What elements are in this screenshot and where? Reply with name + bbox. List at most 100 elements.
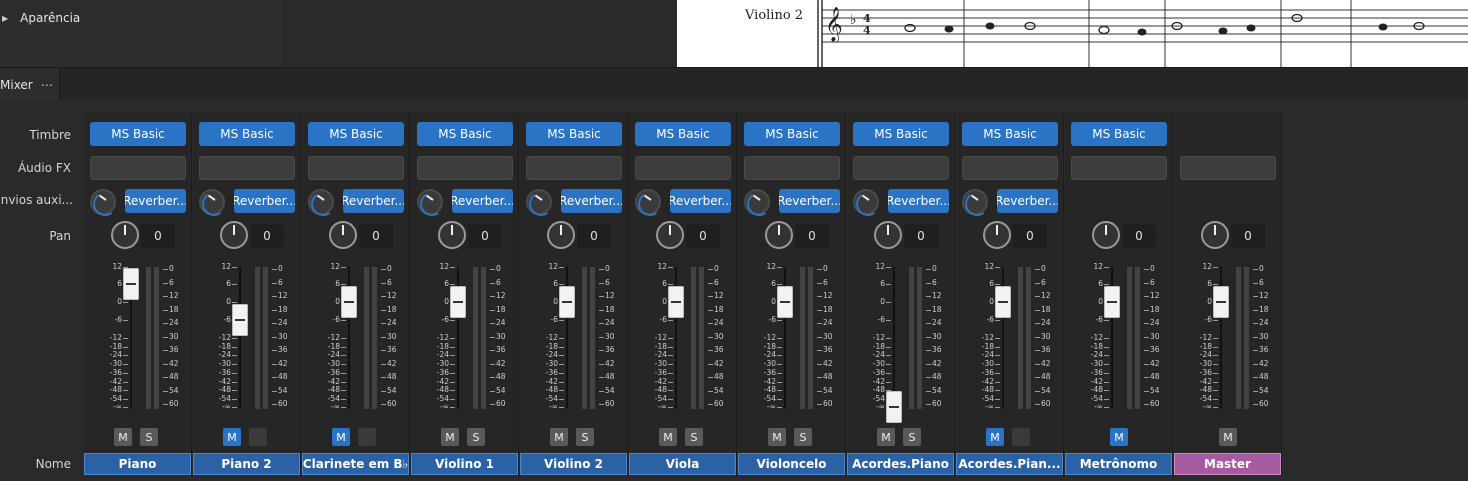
- mute-button[interactable]: M: [332, 428, 350, 446]
- aux-send-button[interactable]: Reverber...: [779, 189, 840, 213]
- pan-knob[interactable]: [1092, 221, 1120, 249]
- timbre-button[interactable]: MS Basic: [417, 122, 513, 146]
- score-view[interactable]: Violino 2 𝄞 ♭ 4 4: [677, 0, 1468, 67]
- timbre-button[interactable]: MS Basic: [635, 122, 731, 146]
- pan-knob[interactable]: [1201, 221, 1229, 249]
- pan-knob[interactable]: [765, 221, 793, 249]
- volume-fader[interactable]: [450, 286, 466, 318]
- aux-send-knob[interactable]: [962, 189, 988, 215]
- pan-knob[interactable]: [547, 221, 575, 249]
- expand-arrow-icon[interactable]: ▶: [2, 14, 8, 23]
- volume-fader[interactable]: [777, 286, 793, 318]
- pan-value[interactable]: 0: [141, 224, 175, 248]
- channel-name[interactable]: Viola: [629, 453, 736, 475]
- timbre-button[interactable]: MS Basic: [90, 122, 186, 146]
- mixer-tab[interactable]: Mixer ⋯: [0, 68, 60, 101]
- aux-send-knob[interactable]: [90, 189, 116, 215]
- mute-button[interactable]: M: [768, 428, 786, 446]
- aux-send-knob[interactable]: [744, 189, 770, 215]
- timbre-button[interactable]: MS Basic: [962, 122, 1058, 146]
- volume-fader[interactable]: [668, 286, 684, 318]
- pan-value[interactable]: 0: [359, 224, 393, 248]
- pan-value[interactable]: 0: [1122, 224, 1156, 248]
- solo-button[interactable]: S: [576, 428, 594, 446]
- mute-button[interactable]: M: [114, 428, 132, 446]
- aux-send-button[interactable]: Reverber...: [997, 189, 1058, 213]
- timbre-button[interactable]: MS Basic: [526, 122, 622, 146]
- volume-fader[interactable]: [886, 391, 902, 423]
- aux-send-knob[interactable]: [199, 189, 225, 215]
- volume-fader[interactable]: [1213, 286, 1229, 318]
- mute-button[interactable]: M: [441, 428, 459, 446]
- aux-send-button[interactable]: Reverber...: [452, 189, 513, 213]
- appearance-section[interactable]: ▶ Aparência: [2, 11, 80, 25]
- mute-button[interactable]: M: [1110, 428, 1128, 446]
- volume-fader[interactable]: [559, 286, 575, 318]
- pan-value[interactable]: 0: [577, 224, 611, 248]
- aux-send-knob[interactable]: [853, 189, 879, 215]
- mute-button[interactable]: M: [1219, 428, 1237, 446]
- pan-value[interactable]: 0: [904, 224, 938, 248]
- channel-name[interactable]: Violino 1: [411, 453, 518, 475]
- audio-fx-slot[interactable]: [635, 156, 731, 180]
- timbre-button[interactable]: MS Basic: [308, 122, 404, 146]
- timbre-button[interactable]: MS Basic: [744, 122, 840, 146]
- pan-value[interactable]: 0: [795, 224, 829, 248]
- pan-knob[interactable]: [220, 221, 248, 249]
- solo-button[interactable]: S: [794, 428, 812, 446]
- aux-send-knob[interactable]: [417, 189, 443, 215]
- pan-knob[interactable]: [983, 221, 1011, 249]
- pan-knob[interactable]: [874, 221, 902, 249]
- audio-fx-slot[interactable]: [199, 156, 295, 180]
- aux-send-knob[interactable]: [308, 189, 334, 215]
- audio-fx-slot[interactable]: [417, 156, 513, 180]
- timbre-button[interactable]: MS Basic: [1071, 122, 1167, 146]
- solo-button[interactable]: S: [467, 428, 485, 446]
- channel-name[interactable]: Piano: [84, 453, 191, 475]
- audio-fx-slot[interactable]: [1071, 156, 1167, 180]
- channel-name[interactable]: Violoncelo: [738, 453, 845, 475]
- mute-button[interactable]: M: [659, 428, 677, 446]
- audio-fx-slot[interactable]: [90, 156, 186, 180]
- pan-value[interactable]: 0: [1231, 224, 1265, 248]
- timbre-button[interactable]: MS Basic: [853, 122, 949, 146]
- solo-button[interactable]: S: [140, 428, 158, 446]
- solo-button[interactable]: S: [903, 428, 921, 446]
- aux-send-knob[interactable]: [635, 189, 661, 215]
- mute-button[interactable]: M: [986, 428, 1004, 446]
- aux-send-button[interactable]: Reverber...: [234, 189, 295, 213]
- volume-fader[interactable]: [995, 286, 1011, 318]
- pan-value[interactable]: 0: [686, 224, 720, 248]
- aux-send-button[interactable]: Reverber...: [343, 189, 404, 213]
- audio-fx-slot[interactable]: [744, 156, 840, 180]
- pan-knob[interactable]: [111, 221, 139, 249]
- pan-value[interactable]: 0: [468, 224, 502, 248]
- timbre-button[interactable]: MS Basic: [199, 122, 295, 146]
- channel-name[interactable]: Clarinete em B♭: [302, 453, 409, 475]
- mute-button[interactable]: M: [877, 428, 895, 446]
- solo-button[interactable]: S: [1012, 428, 1030, 446]
- audio-fx-slot[interactable]: [308, 156, 404, 180]
- channel-name[interactable]: Master: [1174, 453, 1281, 475]
- aux-send-knob[interactable]: [526, 189, 552, 215]
- solo-button[interactable]: S: [358, 428, 376, 446]
- solo-button[interactable]: S: [685, 428, 703, 446]
- audio-fx-slot[interactable]: [962, 156, 1058, 180]
- channel-name[interactable]: Metrônomo: [1065, 453, 1172, 475]
- more-options-icon[interactable]: ⋯: [41, 78, 54, 92]
- aux-send-button[interactable]: Reverber...: [125, 189, 186, 213]
- mute-button[interactable]: M: [223, 428, 241, 446]
- audio-fx-slot[interactable]: [526, 156, 622, 180]
- solo-button[interactable]: S: [249, 428, 267, 446]
- audio-fx-slot[interactable]: [1180, 156, 1276, 180]
- volume-fader[interactable]: [123, 268, 139, 300]
- pan-knob[interactable]: [329, 221, 357, 249]
- pan-value[interactable]: 0: [1013, 224, 1047, 248]
- aux-send-button[interactable]: Reverber...: [888, 189, 949, 213]
- channel-name[interactable]: Violino 2: [520, 453, 627, 475]
- volume-fader[interactable]: [232, 304, 248, 336]
- pan-knob[interactable]: [438, 221, 466, 249]
- aux-send-button[interactable]: Reverber...: [561, 189, 622, 213]
- volume-fader[interactable]: [341, 286, 357, 318]
- channel-name[interactable]: Piano 2: [193, 453, 300, 475]
